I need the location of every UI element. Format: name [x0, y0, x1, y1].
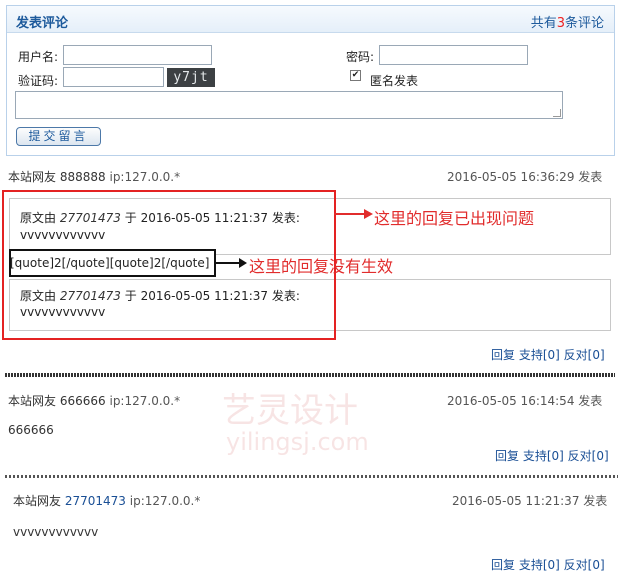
form-title: 发表评论	[16, 16, 69, 31]
arrow-right-icon	[216, 258, 247, 268]
captcha-image[interactable]: y7jt	[167, 68, 215, 87]
comment-time: 2016-05-05 11:21:37 发表	[452, 494, 608, 508]
comment-body: vvvvvvvvvvvv	[13, 525, 99, 539]
reply-link[interactable]: 回复	[491, 558, 515, 572]
annotation-black-note: 这里的回复没有生效	[249, 257, 394, 276]
watermark-line2: yilingsj.com	[226, 428, 369, 456]
comment-textarea[interactable]	[15, 91, 563, 119]
reply-link[interactable]: 回复	[491, 348, 515, 362]
watermark-line1: 艺灵设计	[222, 391, 358, 431]
form-header: 发表评论 共有3条评论	[7, 6, 614, 33]
comment-actions: 回复 支持[0] 反对[0]	[495, 447, 609, 464]
oppose-link[interactable]: 反对[0]	[564, 558, 605, 572]
annotation-red-note: 这里的回复已出现问题	[374, 209, 535, 228]
support-link[interactable]: 支持[0]	[523, 449, 564, 463]
submit-button[interactable]: 提交留言	[16, 127, 101, 146]
comment-time: 2016-05-05 16:14:54 发表	[447, 394, 603, 408]
comment-meta: 本站网友 27701473 ip:127.0.0.*	[13, 494, 201, 508]
divider	[5, 475, 618, 478]
reply-link[interactable]: 回复	[495, 449, 519, 463]
oppose-link[interactable]: 反对[0]	[568, 449, 609, 463]
captcha-input[interactable]	[63, 67, 164, 87]
comment-meta: 本站网友 666666 ip:127.0.0.*	[8, 394, 181, 408]
anonymous-checkbox[interactable]: ✔	[350, 70, 361, 81]
user-link[interactable]: 27701473	[65, 494, 126, 508]
username-input[interactable]	[63, 45, 212, 65]
comment-time: 2016-05-05 16:36:29 发表	[447, 170, 603, 184]
arrow-right-icon	[334, 209, 373, 219]
oppose-link[interactable]: 反对[0]	[564, 348, 605, 362]
username-label: 用户名:	[18, 50, 59, 64]
comment-count: 共有3条评论	[530, 16, 604, 31]
comment-actions: 回复 支持[0] 反对[0]	[491, 346, 605, 363]
support-link[interactable]: 支持[0]	[519, 558, 560, 572]
anonymous-label: 匿名发表	[370, 74, 419, 88]
support-link[interactable]: 支持[0]	[519, 348, 560, 362]
password-label: 密码:	[346, 50, 375, 64]
password-input[interactable]	[379, 45, 528, 65]
captcha-label: 验证码:	[18, 74, 59, 88]
comment-actions: 回复 支持[0] 反对[0]	[491, 556, 605, 573]
comment-body: 666666	[8, 423, 54, 437]
comment-meta: 本站网友 888888 ip:127.0.0.*	[8, 170, 181, 184]
divider	[5, 373, 615, 377]
